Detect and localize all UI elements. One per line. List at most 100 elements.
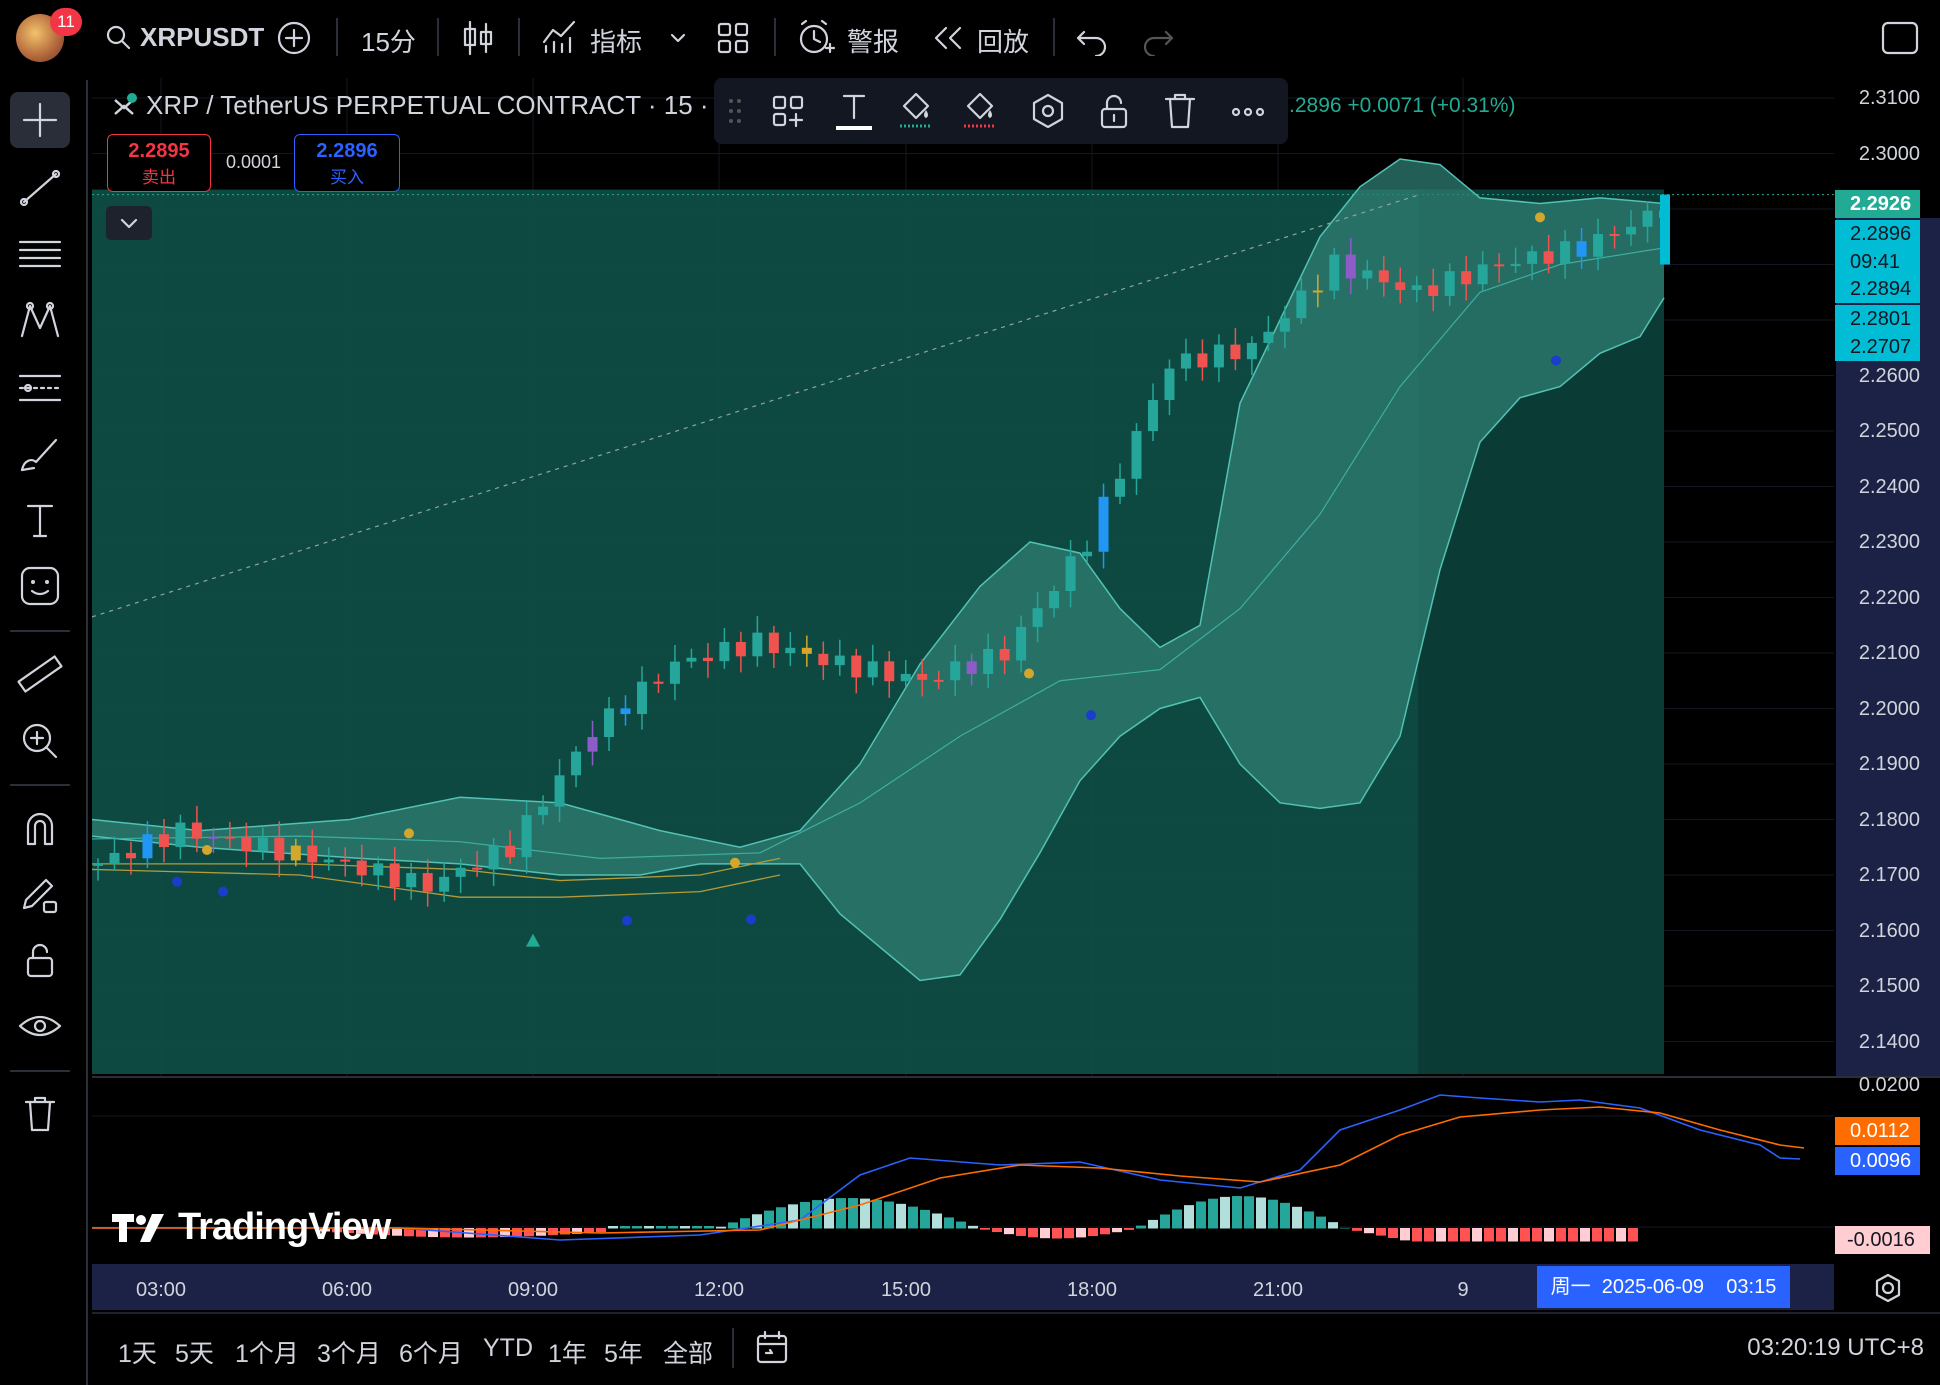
macd-bar <box>1592 1228 1602 1242</box>
candle-body <box>1642 210 1653 227</box>
macd-bar <box>968 1225 978 1229</box>
crosshair-tool[interactable] <box>10 92 70 148</box>
candle-body <box>158 834 169 848</box>
unlock-icon[interactable] <box>1094 91 1134 131</box>
magnet-tool[interactable] <box>10 800 70 856</box>
macd-bar <box>1460 1228 1470 1242</box>
fill-color-icon[interactable] <box>896 86 936 130</box>
candle-body <box>505 845 516 858</box>
candle-body <box>735 642 746 657</box>
macd-bar <box>716 1226 726 1229</box>
candle-body <box>1246 342 1257 360</box>
fib-tool[interactable] <box>10 226 70 282</box>
pattern-tool[interactable] <box>10 292 70 348</box>
measure-tool[interactable] <box>10 646 70 702</box>
lock-all-tool[interactable] <box>10 932 70 988</box>
text-color-icon[interactable] <box>834 88 874 132</box>
buy-button[interactable]: 2.2896 买入 <box>294 134 400 192</box>
sell-button[interactable]: 2.2895 卖出 <box>107 134 211 192</box>
search-icon <box>106 25 131 50</box>
range-button[interactable]: 3个月 <box>317 1334 381 1370</box>
macd-bar <box>728 1222 738 1229</box>
price-tick-label: 2.1400 <box>1858 1030 1920 1053</box>
sticker-tool[interactable] <box>10 558 70 614</box>
candle-body <box>142 834 153 859</box>
range-button[interactable]: 5天 <box>175 1334 214 1370</box>
candle-body <box>587 736 598 752</box>
range-button[interactable]: YTD <box>483 1334 533 1363</box>
add-symbol-icon[interactable] <box>274 18 314 58</box>
trash-icon[interactable] <box>1160 91 1200 131</box>
range-button[interactable]: 1个月 <box>235 1334 299 1370</box>
range-button[interactable]: 5年 <box>604 1334 643 1370</box>
candle-body <box>340 859 351 862</box>
candle-body <box>1213 344 1224 368</box>
redo-icon[interactable] <box>1140 20 1176 56</box>
macd-signal-tag: 0.0112 <box>1835 1117 1920 1145</box>
trend-line-tool[interactable] <box>10 160 70 216</box>
candle-body <box>752 632 763 657</box>
macd-bar <box>1256 1197 1266 1229</box>
candle-body <box>1576 241 1587 257</box>
brush-tool[interactable] <box>10 426 70 482</box>
candle-body <box>1626 226 1637 235</box>
price-chart[interactable] <box>92 78 1834 1076</box>
lock-drawing-tool[interactable] <box>10 866 70 922</box>
candle-body <box>257 837 268 852</box>
replay-button[interactable]: 回放 <box>977 22 1029 59</box>
chart-title[interactable]: XRP / TetherUS PERPETUAL CONTRACT · 15 ·… <box>146 90 716 121</box>
text-tool[interactable] <box>10 492 70 548</box>
layout-grid-icon[interactable] <box>715 20 751 56</box>
macd-bar <box>1424 1228 1434 1242</box>
settings-hexagon-icon[interactable] <box>1028 91 1068 131</box>
range-button[interactable]: 1天 <box>118 1334 157 1370</box>
macd-bar <box>1304 1211 1314 1229</box>
macd-bar <box>1040 1228 1050 1239</box>
replay-icon[interactable] <box>930 20 966 56</box>
more-icon[interactable] <box>1228 102 1268 122</box>
zoom-tool[interactable] <box>10 712 70 768</box>
candle-body <box>1230 344 1241 360</box>
alarm-clock-icon[interactable] <box>796 18 836 58</box>
macd-bar <box>1484 1228 1494 1242</box>
drag-handle-icon[interactable] <box>726 96 746 126</box>
time-axis-label: 9 <box>1457 1279 1469 1301</box>
clock-timezone[interactable]: 03:20:19 UTC+8 <box>1747 1334 1924 1362</box>
chevron-down-icon[interactable] <box>668 28 688 48</box>
time-axis-label: 12:00 <box>693 1279 745 1301</box>
fullscreen-icon[interactable] <box>1880 20 1920 56</box>
range-button[interactable]: 1年 <box>548 1334 587 1370</box>
candle-style-icon[interactable] <box>458 18 498 58</box>
candle-body <box>653 681 664 684</box>
candle-body <box>538 806 549 816</box>
undo-icon[interactable] <box>1074 20 1110 56</box>
range-button[interactable]: 全部 <box>663 1334 713 1370</box>
signal-dot <box>1551 355 1561 366</box>
crosshair-icon <box>22 102 58 138</box>
border-color-icon[interactable] <box>960 86 1000 130</box>
range-button[interactable]: 6个月 <box>399 1334 463 1370</box>
indicators-button[interactable]: 指标 <box>590 22 642 59</box>
alert-button[interactable]: 警报 <box>847 22 899 59</box>
macd-bar <box>692 1226 702 1229</box>
date-range-icon[interactable] <box>752 1328 792 1368</box>
macd-bar <box>1376 1228 1386 1236</box>
prediction-tool[interactable] <box>10 360 70 416</box>
macd-bar <box>1364 1228 1374 1234</box>
macd-bar <box>1172 1209 1182 1229</box>
interval-button[interactable]: 15分 <box>361 22 416 59</box>
candle-body <box>1312 290 1323 293</box>
main-chart-pane[interactable] <box>92 78 1834 1076</box>
collapse-legend-button[interactable] <box>106 206 152 240</box>
time-axis-label: 03:00 <box>135 1279 187 1301</box>
delete-drawings-tool[interactable] <box>10 1086 70 1142</box>
indicators-icon[interactable] <box>540 16 580 56</box>
macd-bar <box>1604 1228 1614 1242</box>
settings-gear-icon[interactable] <box>1868 1268 1908 1308</box>
candle-body <box>1197 353 1208 368</box>
macd-bar <box>668 1226 678 1229</box>
notification-badge[interactable]: 11 <box>50 8 82 36</box>
candle-body <box>1494 264 1505 267</box>
visibility-tool[interactable] <box>10 998 70 1054</box>
template-icon[interactable] <box>770 93 806 129</box>
